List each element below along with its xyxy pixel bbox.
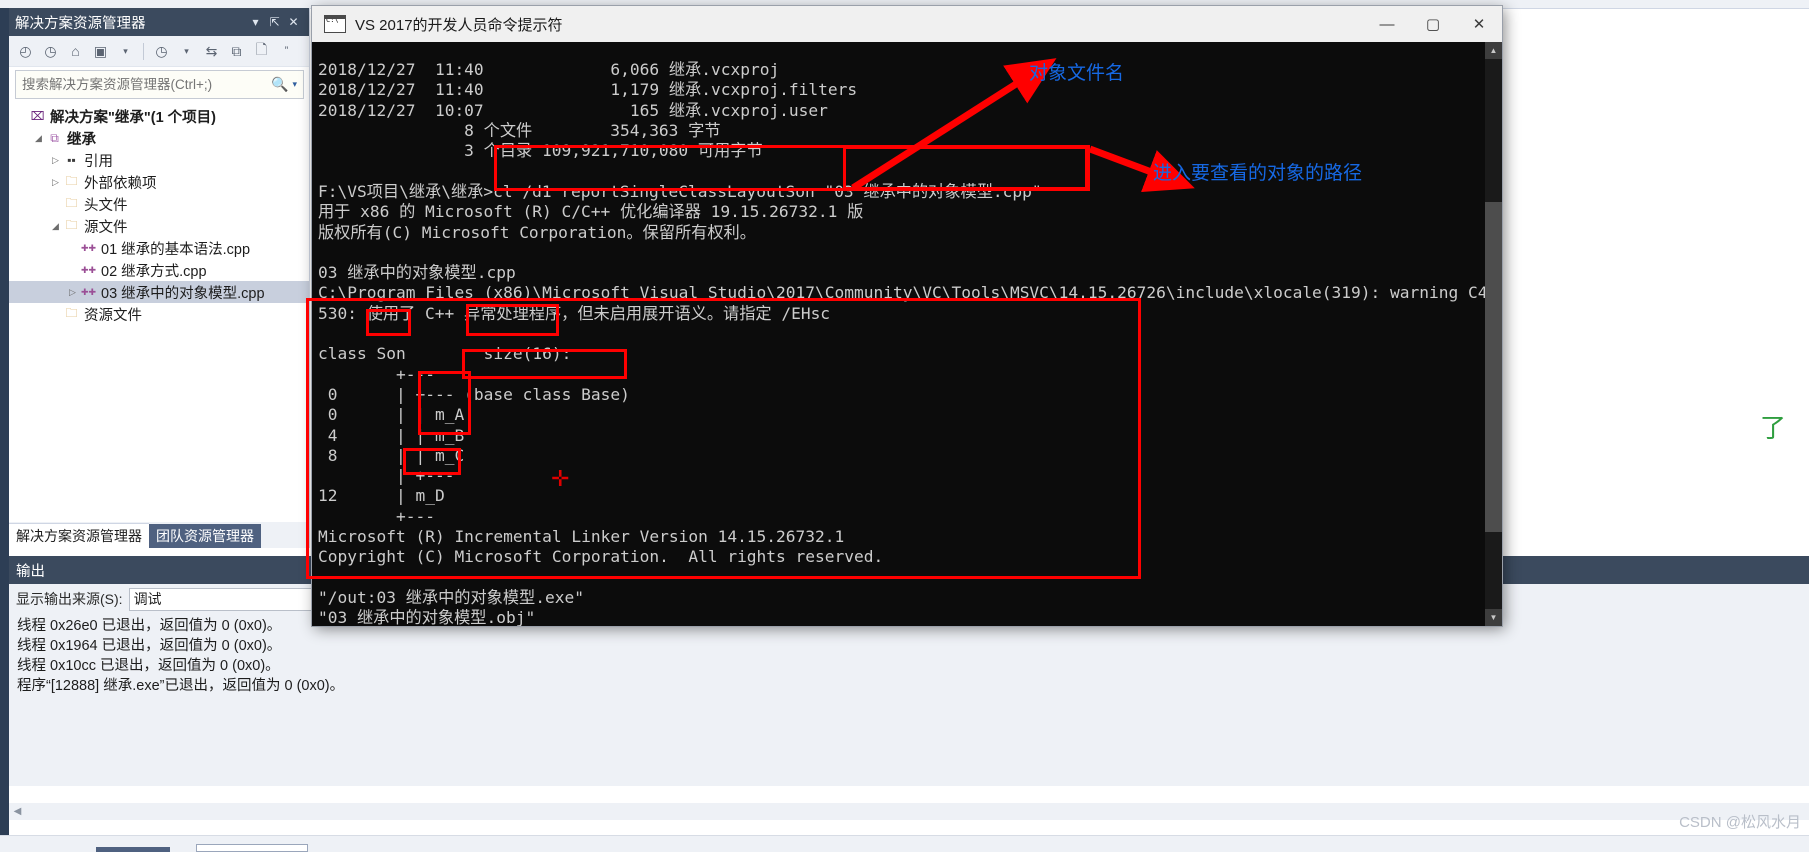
properties-icon[interactable]: 🗋 [250, 40, 273, 63]
output-title: 输出 [16, 563, 45, 580]
solution-explorer-toolbar: ◴ ◷ ⌂ ▣ ▾ ◷ ▾ ⇆ ⧉ 🗋 ” [9, 36, 309, 67]
collapse-all-icon[interactable]: ⧉ [225, 40, 248, 63]
chevron-down-icon[interactable]: ▾ [246, 15, 265, 29]
search-input[interactable] [20, 76, 270, 93]
chevron-down-icon[interactable]: ▾ [290, 79, 299, 90]
tree-item-2[interactable]: ▷ ▪▪ 引用 [9, 149, 309, 171]
solution-explorer-titlebar: 解决方案资源管理器 ▾ ⇱ ✕ [9, 8, 309, 36]
scroll-down-icon[interactable]: ▼ [1485, 609, 1502, 626]
taskbar-chip [96, 847, 170, 852]
filter-folder-icon: 🗀 [65, 217, 78, 232]
output-source-label: 显示输出来源(S): [16, 591, 123, 607]
console-vertical-scrollbar[interactable]: ▲ ▼ [1485, 42, 1502, 626]
filter-folder-icon: 🗀 [65, 305, 78, 320]
toolbar-separator [143, 42, 144, 60]
output-line-2: 线程 0x10cc 已退出，返回值为 0 (0x0)。 [17, 658, 280, 674]
collapsed-twisty-icon[interactable]: ▷ [66, 287, 79, 298]
output-text: 线程 0x26e0 已退出，返回值为 0 (0x0)。 线程 0x1964 已退出… [9, 614, 1809, 786]
tree-item-label: 源文件 [84, 219, 128, 236]
solution-explorer-panel: 解决方案资源管理器 ▾ ⇱ ✕ ◴ ◷ ⌂ ▣ ▾ ◷ ▾ ⇆ ⧉ 🗋 ” 🔍 … [9, 8, 310, 548]
overflow-icon[interactable]: ” [275, 40, 298, 63]
developer-command-prompt-window[interactable]: VS 2017的开发人员命令提示符 — ▢ ✕ 2018/12/27 11:40… [312, 6, 1502, 626]
solution-explorer-tabstrip: 解决方案资源管理器 团队资源管理器 [9, 522, 309, 548]
maximize-button[interactable]: ▢ [1410, 6, 1456, 42]
tree-item-label: 01 继承的基本语法.cpp [101, 241, 251, 258]
references-icon: ▪▪ [67, 153, 76, 167]
tree-item-label: 解决方案"继承"(1 个项目) [50, 109, 216, 126]
console-titlebar[interactable]: VS 2017的开发人员命令提示符 — ▢ ✕ [312, 6, 1502, 42]
refresh-icon[interactable]: ⇆ [200, 40, 223, 63]
solution-icon: ⌧ [30, 109, 45, 123]
project-icon: ⧉ [50, 130, 59, 145]
tree-item-8[interactable]: ▷ ✚✚ 03 继承中的对象模型.cpp [9, 281, 309, 303]
home-icon[interactable]: ⌂ [64, 40, 87, 63]
cpp-file-icon: ✚✚ [80, 286, 97, 297]
output-horizontal-scrollbar[interactable]: ◀ [9, 803, 1809, 820]
tree-item-5[interactable]: ◢ 🗀 源文件 [9, 215, 309, 237]
tree-item-6[interactable]: ✚✚ 01 继承的基本语法.cpp [9, 237, 309, 259]
tree-item-label: 资源文件 [84, 307, 142, 324]
output-source-value: 调试 [133, 591, 162, 607]
solution-explorer-tree[interactable]: ⌧ 解决方案"继承"(1 个项目) ◢ ⧉ 继承 ▷ ▪▪ 引用 ▷ 🗀 外部依赖项 🗀 头文件 ◢ 🗀 源文… [9, 100, 309, 512]
scroll-left-icon[interactable]: ◀ [9, 806, 26, 817]
solution-explorer-tab-1[interactable]: 团队资源管理器 [149, 524, 261, 548]
chevron-down-icon[interactable]: ▾ [114, 40, 137, 63]
tree-item-label: 继承 [67, 131, 96, 148]
tree-item-3[interactable]: ▷ 🗀 外部依赖项 [9, 171, 309, 193]
output-line-1: 线程 0x1964 已退出，返回值为 0 (0x0)。 [17, 638, 282, 654]
cpp-file-icon: ✚✚ [80, 264, 97, 275]
ide-left-dock-edge [0, 8, 9, 852]
cmd-icon [324, 15, 346, 33]
collapsed-twisty-icon[interactable]: ▷ [49, 177, 62, 188]
tree-item-0[interactable]: ⌧ 解决方案"继承"(1 个项目) [9, 105, 309, 127]
tree-item-4[interactable]: 🗀 头文件 [9, 193, 309, 215]
tree-item-9[interactable]: 🗀 资源文件 [9, 303, 309, 325]
tree-item-label: 引用 [84, 153, 113, 170]
expanded-twisty-icon[interactable]: ◢ [49, 221, 62, 232]
tree-item-label: 外部依赖项 [84, 175, 157, 192]
expanded-twisty-icon[interactable]: ◢ [32, 133, 45, 144]
tree-item-7[interactable]: ✚✚ 02 继承方式.cpp [9, 259, 309, 281]
console-window-title: VS 2017的开发人员命令提示符 [355, 16, 563, 34]
solution-explorer-title: 解决方案资源管理器 [15, 15, 146, 32]
collapsed-twisty-icon[interactable]: ▷ [49, 155, 62, 166]
console-output-text: 2018/12/27 11:40 6,066 继承.vcxproj 2018/1… [318, 60, 1488, 626]
pin-icon[interactable]: ⇱ [265, 15, 284, 29]
scrollbar-thumb[interactable] [1485, 202, 1502, 532]
search-icon[interactable]: 🔍 [269, 76, 290, 93]
taskbar-chip [196, 844, 308, 852]
tree-item-label: 03 继承中的对象模型.cpp [101, 285, 265, 302]
close-button[interactable]: ✕ [1456, 6, 1502, 42]
tree-item-1[interactable]: ◢ ⧉ 继承 [9, 127, 309, 149]
ide-bottom-bar [0, 835, 1809, 852]
cpp-file-icon: ✚✚ [80, 242, 97, 253]
filter-folder-icon: 🗀 [65, 195, 78, 210]
solution-explorer-search[interactable]: 🔍 ▾ [15, 70, 304, 99]
output-line-3: 程序“[12888] 继承.exe”已退出，返回值为 0 (0x0)。 [17, 678, 345, 694]
back-icon[interactable]: ◴ [14, 40, 37, 63]
scroll-up-icon[interactable]: ▲ [1485, 42, 1502, 59]
output-source-select[interactable]: 调试 [128, 587, 329, 611]
close-icon[interactable]: ✕ [284, 15, 303, 29]
tree-item-label: 02 继承方式.cpp [101, 263, 207, 280]
forward-icon[interactable]: ◷ [39, 40, 62, 63]
chevron-down-icon[interactable]: ▾ [175, 40, 198, 63]
tree-item-label: 头文件 [84, 197, 128, 214]
sync-with-active-document-icon[interactable]: ▣ [89, 40, 112, 63]
console-body[interactable]: 2018/12/27 11:40 6,066 继承.vcxproj 2018/1… [312, 42, 1502, 626]
minimize-button[interactable]: — [1364, 6, 1410, 42]
show-all-files-icon[interactable]: ◷ [150, 40, 173, 63]
folder-icon: 🗀 [65, 173, 78, 188]
solution-explorer-tab-0[interactable]: 解决方案资源管理器 [9, 523, 149, 548]
